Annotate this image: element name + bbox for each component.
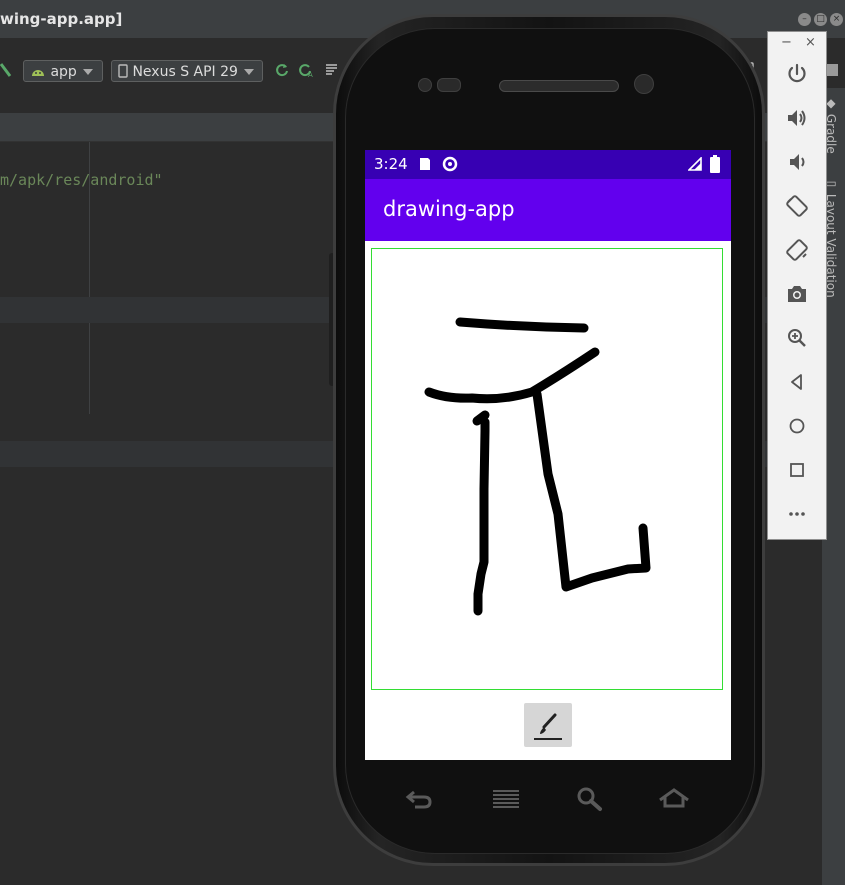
more-icon[interactable] <box>785 502 809 526</box>
home-icon[interactable] <box>657 783 691 817</box>
close-button[interactable]: × <box>805 36 816 50</box>
minimize-icon[interactable]: – <box>798 13 811 26</box>
zoom-icon[interactable] <box>785 326 809 350</box>
svg-text:A: A <box>308 71 313 78</box>
stroke-left-leg <box>473 417 490 616</box>
volume-up-icon[interactable] <box>785 106 809 130</box>
drawing-canvas[interactable] <box>371 248 723 690</box>
screenshot-icon[interactable] <box>785 282 809 306</box>
search-icon[interactable] <box>575 783 605 817</box>
apply-code-changes-icon[interactable]: A <box>298 62 316 83</box>
cell-signal-icon <box>688 157 702 171</box>
close-icon[interactable]: × <box>830 13 843 26</box>
device-label: Nexus S API 29 <box>132 64 238 80</box>
maximize-icon[interactable]: □ <box>814 13 827 26</box>
stroke-right-leg <box>532 389 651 592</box>
run-config-label: app <box>50 64 77 80</box>
minimize-button[interactable]: − <box>781 36 792 50</box>
hammer-icon[interactable] <box>0 62 12 83</box>
sync-icon <box>442 156 458 172</box>
code-line: m/apk/res/android" <box>0 171 163 189</box>
back-icon[interactable] <box>404 783 434 817</box>
stroke-middle <box>424 347 600 404</box>
stroke-left-hook <box>472 410 490 426</box>
logcat-icon[interactable] <box>325 62 339 81</box>
drawing-strokes <box>424 317 651 616</box>
overview-icon[interactable] <box>785 458 809 482</box>
battery-icon <box>710 155 720 173</box>
front-camera <box>634 74 654 94</box>
power-icon[interactable] <box>785 62 809 86</box>
phone-screen[interactable]: 3:24 drawing-app <box>365 150 731 760</box>
rotate-right-icon[interactable] <box>785 238 809 262</box>
volume-down-icon[interactable] <box>785 150 809 174</box>
status-time: 3:24 <box>374 155 408 173</box>
back-icon[interactable] <box>785 370 809 394</box>
stroke-top <box>455 317 589 333</box>
rotate-left-icon[interactable] <box>785 194 809 218</box>
emulator-controls-panel: − × <box>767 31 827 540</box>
app-title: drawing-app <box>383 197 515 221</box>
home-icon[interactable] <box>785 414 809 438</box>
run-config-select[interactable]: app <box>23 60 103 82</box>
app-toolbar: drawing-app <box>365 179 731 241</box>
light-sensor <box>437 78 461 92</box>
sdk-manager-icon[interactable] <box>826 62 838 83</box>
brush-size-button[interactable] <box>524 703 572 747</box>
window-title: wing-app.app] <box>0 10 123 28</box>
apply-changes-icon[interactable] <box>274 62 290 83</box>
android-status-bar: 3:24 <box>365 150 731 179</box>
sd-card-icon <box>420 158 430 170</box>
paintbrush-icon <box>534 713 562 740</box>
android-icon <box>32 70 44 76</box>
window-controls: – □ × <box>798 13 843 26</box>
device-select[interactable]: Nexus S API 29 <box>111 60 263 82</box>
earpiece-speaker <box>499 80 619 92</box>
proximity-sensor <box>418 78 432 92</box>
phone-icon <box>118 64 128 78</box>
menu-icon[interactable] <box>490 783 522 817</box>
